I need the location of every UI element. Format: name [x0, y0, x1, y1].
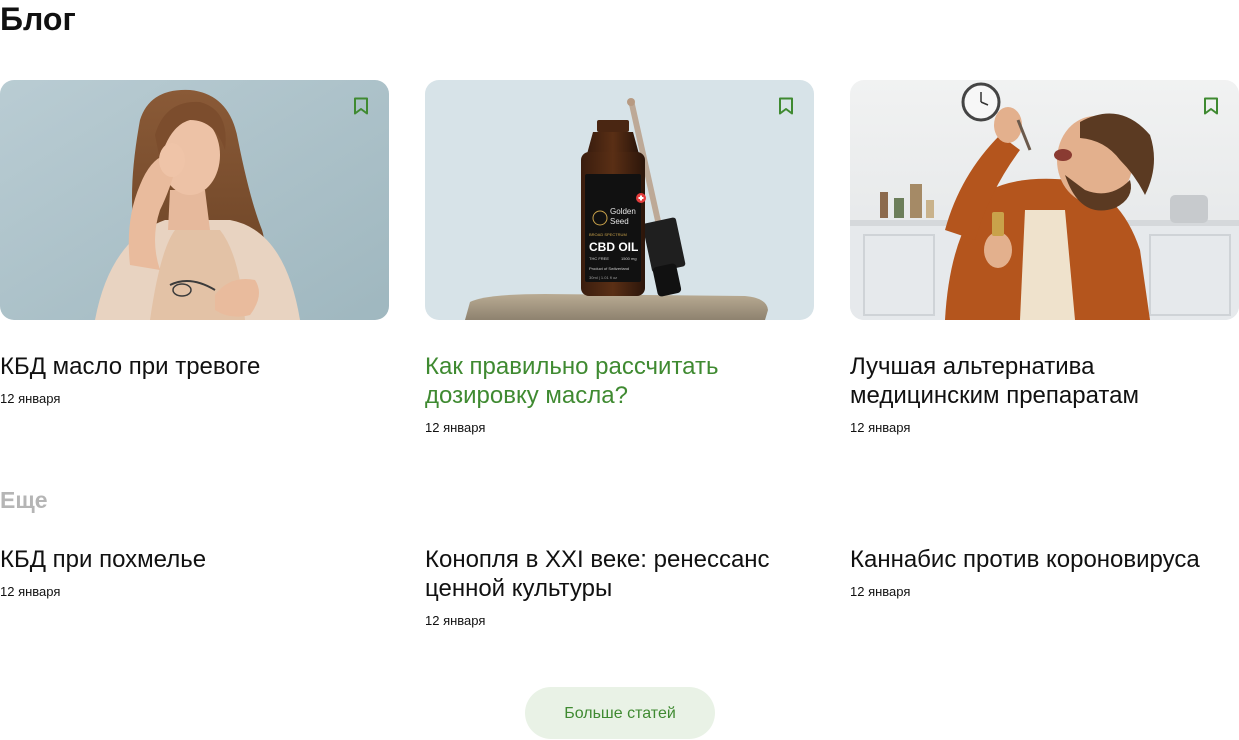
svg-text:BROAD SPECTRUM: BROAD SPECTRUM: [589, 232, 627, 237]
card-title[interactable]: Конопля в XXI веке: ренессанс ценной кул…: [425, 545, 814, 603]
card-title[interactable]: Каннабис против короновируса: [850, 545, 1239, 574]
blog-card-dosage[interactable]: Golden Seed BROAD SPECTRUM CBD OIL THC F…: [425, 80, 814, 436]
card-image-woman-headache[interactable]: [0, 80, 389, 320]
bookmark-icon[interactable]: [349, 94, 373, 118]
svg-text:THC FREE: THC FREE: [589, 256, 609, 261]
svg-text:30ml | 1.01 fl oz: 30ml | 1.01 fl oz: [589, 275, 617, 280]
blog-card-hangover[interactable]: КБД при похмелье 12 января: [0, 545, 389, 600]
cbd-oil-bottle-photo: Golden Seed BROAD SPECTRUM CBD OIL THC F…: [425, 80, 814, 320]
card-date: 12 января: [0, 584, 61, 599]
card-image-man-dropper[interactable]: [850, 80, 1239, 320]
bookmark-icon[interactable]: [1199, 94, 1223, 118]
card-image-cbd-oil-bottle[interactable]: Golden Seed BROAD SPECTRUM CBD OIL THC F…: [425, 80, 814, 320]
svg-text:Golden: Golden: [610, 207, 636, 216]
woman-headache-photo: [0, 80, 389, 320]
card-date: 12 января: [425, 613, 486, 628]
card-date: 12 января: [0, 391, 61, 406]
blog-card-anxiety[interactable]: КБД масло при тревоге 12 января: [0, 80, 389, 407]
card-date: 12 января: [850, 420, 911, 435]
page-title: Блог: [0, 1, 76, 37]
svg-text:CBD OIL: CBD OIL: [589, 240, 638, 254]
card-title[interactable]: КБД масло при тревоге: [0, 352, 389, 381]
blog-card-cannabis-coronavirus[interactable]: Каннабис против короновируса 12 января: [850, 545, 1239, 600]
card-title[interactable]: КБД при похмелье: [0, 545, 389, 574]
svg-text:Seed: Seed: [610, 217, 629, 226]
load-more-button[interactable]: Больше статей: [525, 687, 715, 739]
card-title[interactable]: Как правильно рассчитать дозировку масла…: [425, 352, 814, 410]
bookmark-icon[interactable]: [774, 94, 798, 118]
blog-card-hemp-21st-century[interactable]: Конопля в XXI веке: ренессанс ценной кул…: [425, 545, 814, 629]
man-dropper-photo: [850, 80, 1239, 320]
card-date: 12 января: [850, 584, 911, 599]
blog-card-alternative[interactable]: Лучшая альтернатива медицинским препарат…: [850, 80, 1239, 436]
svg-text:1500 mg: 1500 mg: [621, 256, 637, 261]
card-date: 12 января: [425, 420, 486, 435]
card-title[interactable]: Лучшая альтернатива медицинским препарат…: [850, 352, 1239, 410]
more-label: Еще: [0, 487, 48, 513]
svg-text:Product of Switzerland: Product of Switzerland: [589, 266, 629, 271]
